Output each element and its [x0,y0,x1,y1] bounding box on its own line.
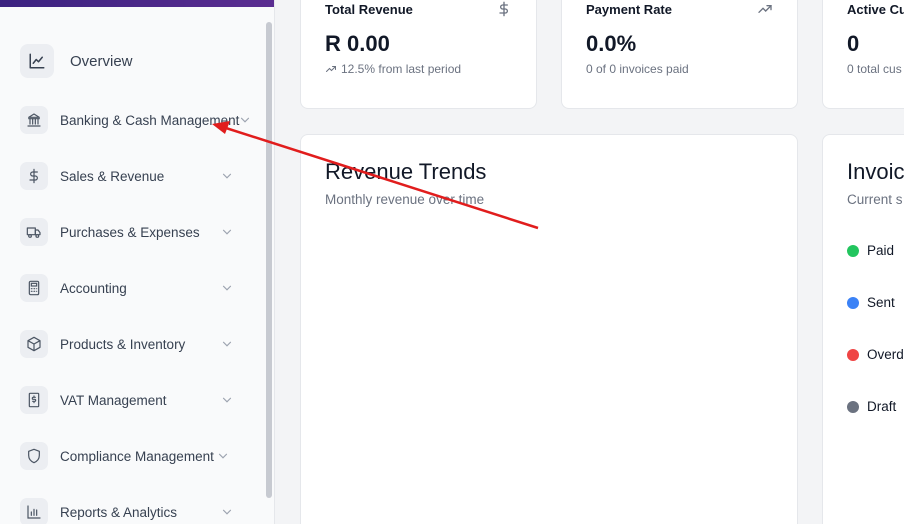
line-chart-icon [20,44,54,78]
stat-card-payment-rate: Payment Rate 0.0% 0 of 0 invoices paid [561,0,798,109]
sidebar-scrollbar[interactable] [266,22,272,498]
chevron-down-icon[interactable] [220,225,234,239]
stat-title: Total Revenue [325,2,413,17]
sidebar-item-accounting[interactable]: Accounting [20,274,234,302]
sidebar-item-label: Purchases & Expenses [60,224,200,240]
sidebar-item-reports[interactable]: Reports & Analytics [20,498,234,524]
legend-item-paid: Paid [847,243,894,258]
trending-up-icon [758,4,772,13]
stat-card-active-customers: Active Cu 0 0 total cus [822,0,904,109]
stat-title: Active Cu [847,2,904,17]
bar-chart-icon [20,498,48,524]
sidebar-item-label: Overview [70,52,133,70]
revenue-trends-panel: Revenue Trends Monthly revenue over time [300,134,798,524]
legend-label: Overd [867,347,904,362]
sidebar-item-overview[interactable]: Overview [20,44,133,78]
stat-value: R 0.00 [325,31,390,56]
trending-up-icon [326,66,336,72]
chevron-down-icon[interactable] [238,113,252,127]
status-dot [847,348,859,361]
shield-icon [20,442,48,470]
sidebar-item-compliance[interactable]: Compliance Management [20,442,234,470]
dollar-icon [20,162,48,190]
chevron-down-icon[interactable] [220,393,234,407]
calculator-icon [20,274,48,302]
stat-subtext: 0 total cus [847,62,902,76]
stat-title: Payment Rate [586,2,672,17]
panel-title: Invoic [847,159,904,184]
status-dot [847,296,859,309]
brand-bar [0,0,274,7]
sidebar-item-label: Sales & Revenue [60,168,165,184]
truck-icon [20,218,48,246]
legend-label: Paid [867,243,895,258]
status-dot [847,400,859,413]
sidebar-item-vat[interactable]: VAT Management [20,386,234,414]
sidebar-item-label: Banking & Cash Management [60,112,240,128]
sidebar-item-banking[interactable]: Banking & Cash Management [20,106,250,134]
sidebar-item-label: Reports & Analytics [60,504,178,520]
panel-subtitle: Current s [847,192,903,207]
status-dot [847,244,859,257]
sidebar: Overview Banking & Cash Management Sales… [0,0,275,524]
stat-card-total-revenue: Total Revenue R 0.00 12.5% from last per… [300,0,537,109]
legend-label: Draft [867,399,897,414]
legend-item-overdue: Overd [847,347,904,362]
bank-icon [20,106,48,134]
invoice-status-panel: Invoic Current s Paid Sent Overd Draft [822,134,904,524]
legend-label: Sent [867,295,895,310]
stat-value: 0.0% [586,31,637,56]
panel-subtitle: Monthly revenue over time [325,192,485,207]
package-icon [20,330,48,358]
sidebar-item-label: Products & Inventory [60,336,186,352]
sidebar-item-products[interactable]: Products & Inventory [20,330,234,358]
chevron-down-icon[interactable] [220,337,234,351]
receipt-icon [20,386,48,414]
chevron-down-icon[interactable] [220,505,234,519]
sidebar-item-label: VAT Management [60,392,167,408]
panel-title: Revenue Trends [325,159,487,184]
sidebar-item-purchases[interactable]: Purchases & Expenses [20,218,234,246]
stat-subtext: 12.5% from last period [325,62,461,76]
dollar-icon [499,1,508,17]
stat-subtext-label: 12.5% from last period [341,62,462,76]
sidebar-item-label: Compliance Management [60,448,214,464]
sidebar-item-sales[interactable]: Sales & Revenue [20,162,234,190]
sidebar-item-label: Accounting [60,280,127,296]
legend-item-draft: Draft [847,399,896,414]
chevron-down-icon[interactable] [216,449,230,463]
stat-subtext: 0 of 0 invoices paid [586,62,689,76]
stat-value: 0 [847,31,860,56]
chevron-down-icon[interactable] [220,281,234,295]
legend-item-sent: Sent [847,295,895,310]
chevron-down-icon[interactable] [220,169,234,183]
